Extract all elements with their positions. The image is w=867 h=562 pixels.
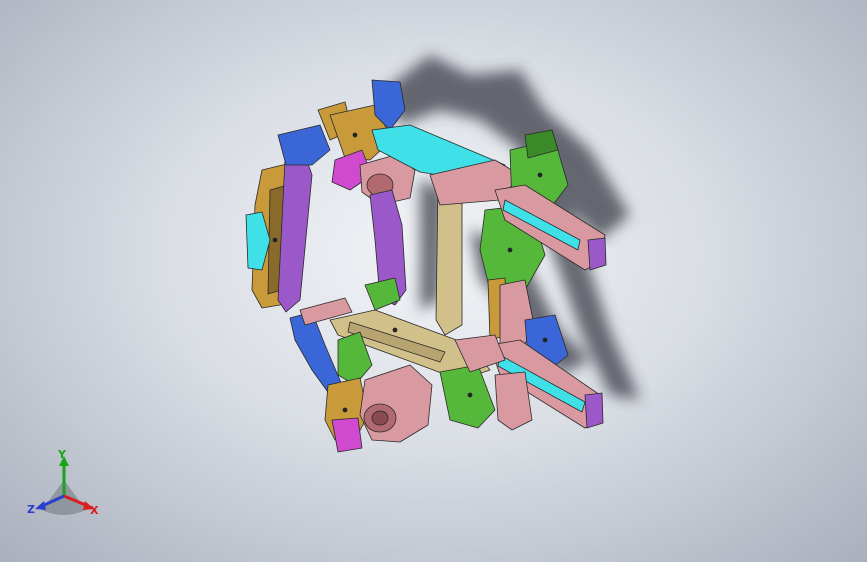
subframe-model[interactable] (0, 0, 867, 562)
triad-icon (35, 456, 94, 515)
y-axis-label: Y (58, 448, 66, 461)
z-axis-label: Z (27, 503, 35, 516)
graphics-viewport[interactable]: Y Z X (0, 0, 867, 562)
z-axis-arrow-icon (35, 501, 46, 510)
x-axis-label: X (90, 504, 99, 517)
coordinate-triad: Y Z X (22, 448, 112, 528)
